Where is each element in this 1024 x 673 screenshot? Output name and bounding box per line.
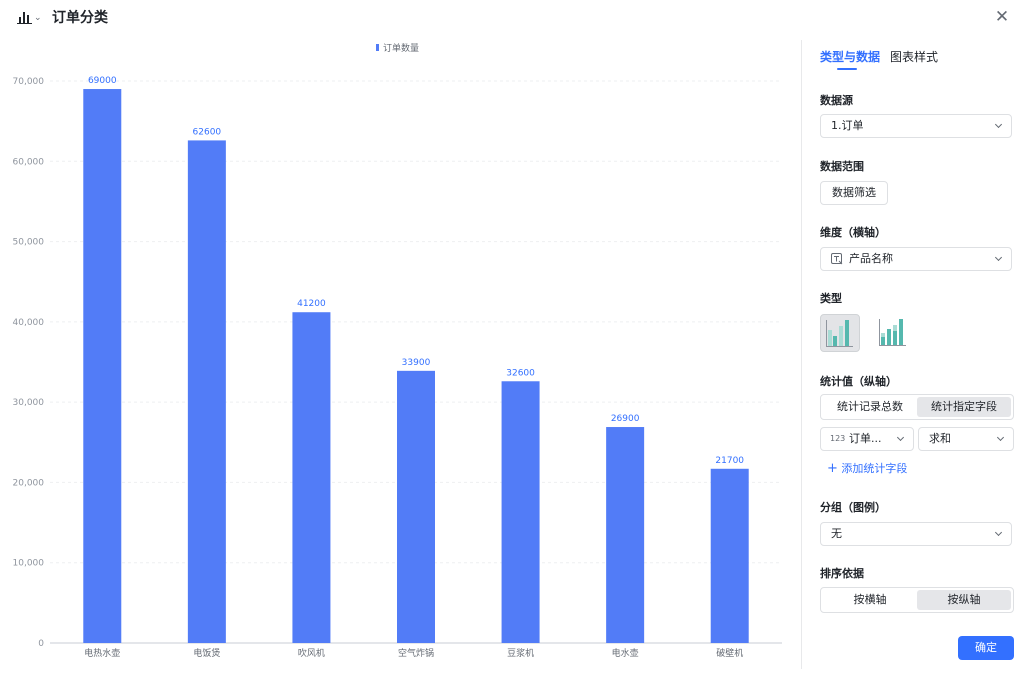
data-label: 62600 [193, 127, 222, 137]
y-tick-label: 40,000 [13, 318, 45, 328]
dimension-label: 维度（横轴） [820, 226, 886, 239]
y-tick-label: 30,000 [13, 398, 45, 408]
chevron-down-icon [994, 253, 1003, 262]
bar[interactable] [710, 468, 749, 643]
y-tick-label: 70,000 [13, 77, 45, 87]
aggregate-value: 求和 [929, 432, 951, 445]
group-value: 无 [831, 527, 842, 540]
chart-area: 订单数量 0 10,000 20,000 30,000 40,000 50,000 60,00… [0, 36, 800, 669]
chevron-down-icon [994, 120, 1003, 129]
y-tick-label: 20,000 [13, 478, 45, 488]
x-tick-label: 电热水壶 [84, 647, 120, 659]
text-field-icon [831, 253, 843, 265]
x-tick-label: 豆浆机 [507, 647, 534, 659]
add-measure-field-label: 添加统计字段 [841, 462, 908, 475]
data-range-label: 数据范围 [820, 160, 864, 173]
dimension-value: 产品名称 [849, 252, 893, 265]
data-label: 21700 [715, 456, 744, 466]
sort-label: 排序依据 [820, 567, 864, 580]
tab-chart-style[interactable]: 图表样式 [890, 49, 938, 65]
data-source-select[interactable]: 1.订单 [820, 114, 1012, 138]
tab-type-and-data[interactable]: 类型与数据 [820, 49, 880, 65]
plus-icon: + [827, 461, 838, 476]
active-tab-indicator [837, 68, 857, 70]
confirm-button[interactable]: 确定 [958, 636, 1014, 660]
stacked-bar-icon [879, 319, 906, 346]
measure-field-value: 订单... [849, 432, 882, 445]
aggregate-select[interactable]: 求和 [918, 427, 1014, 451]
sort-by-y-option[interactable]: 按纵轴 [917, 590, 1011, 610]
chevron-down-icon [996, 433, 1005, 442]
bar[interactable] [83, 89, 122, 644]
dimension-select[interactable]: 产品名称 [820, 247, 1012, 271]
data-source-value: 1.订单 [831, 119, 864, 132]
legend-label: 订单数量 [383, 42, 419, 54]
clustered-bar-icon [826, 320, 853, 347]
sort-by-x-option[interactable]: 按横轴 [823, 590, 917, 610]
chart-type-option-clustered[interactable] [820, 314, 860, 352]
data-source-label: 数据源 [820, 94, 853, 107]
sort-segmented: 按横轴 按纵轴 [820, 587, 1014, 613]
data-filter-button[interactable]: 数据筛选 [820, 181, 888, 205]
group-select[interactable]: 无 [820, 522, 1012, 546]
chevron-down-icon [896, 433, 905, 442]
dialog-header: ⌄ 订单分类 ✕ [0, 0, 1024, 36]
data-label: 41200 [297, 299, 326, 309]
y-tick-label: 50,000 [13, 238, 45, 248]
data-label: 32600 [506, 368, 535, 378]
y-tick-label: 0 [38, 639, 44, 649]
bar[interactable] [397, 370, 435, 643]
bar[interactable] [292, 312, 331, 643]
legend-swatch [376, 44, 379, 51]
x-tick-label: 吹风机 [298, 647, 325, 659]
measure-field-select[interactable]: 123 订单... [820, 427, 914, 451]
y-tick-label: 60,000 [13, 157, 45, 167]
count-records-option[interactable]: 统计记录总数 [823, 397, 917, 417]
add-measure-field-link[interactable]: + 添加统计字段 [827, 462, 907, 476]
sum-field-option[interactable]: 统计指定字段 [917, 397, 1011, 417]
data-label: 33900 [402, 358, 431, 368]
chevron-down-icon [994, 528, 1003, 537]
page-title: 订单分类 [52, 10, 108, 26]
y-tick-label: 10,000 [13, 559, 45, 569]
data-label: 69000 [88, 76, 117, 86]
bar[interactable] [606, 427, 645, 643]
type-label: 类型 [820, 292, 842, 305]
bar-chart: 订单数量 0 10,000 20,000 30,000 40,000 50,000 60,00… [13, 42, 782, 659]
x-tick-label: 破壁机 [716, 647, 743, 659]
chart-type-chevron-icon[interactable]: ⌄ [34, 13, 42, 23]
measure-mode-segmented: 统计记录总数 统计指定字段 [820, 394, 1014, 420]
bar-chart-icon[interactable] [17, 11, 32, 25]
x-tick-label: 电饭煲 [193, 647, 220, 659]
chart-type-option-stacked[interactable] [872, 314, 912, 352]
x-tick-label: 电水壶 [612, 647, 639, 659]
number-field-icon: 123 [830, 434, 846, 443]
measure-label: 统计值（纵轴） [820, 375, 897, 388]
close-icon[interactable]: ✕ [993, 8, 1011, 26]
settings-panel: 类型与数据 图表样式 数据源 1.订单 数据范围 数据筛选 维度（横轴） 产品名… [802, 36, 1024, 669]
data-label: 26900 [611, 414, 640, 424]
group-label: 分组（图例） [820, 501, 886, 514]
x-tick-label: 空气炸锅 [398, 647, 434, 659]
bar[interactable] [187, 140, 226, 643]
bar[interactable] [501, 381, 540, 643]
